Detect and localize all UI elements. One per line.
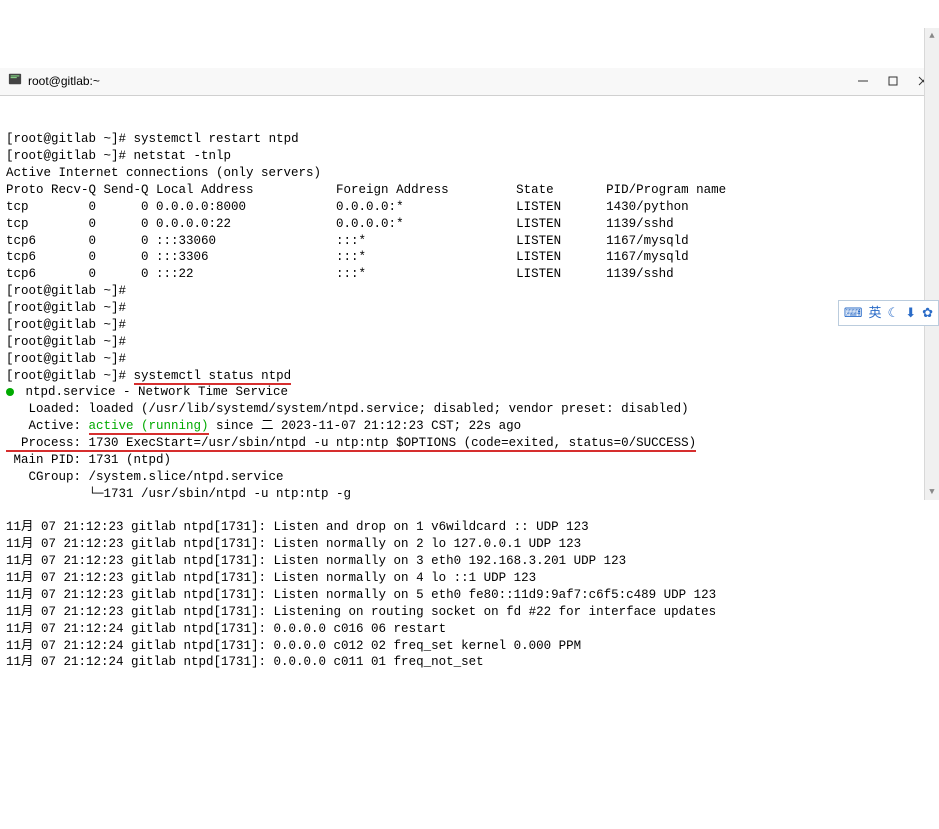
prompt: [root@gitlab ~]# [6, 369, 126, 383]
log-line: 11月 07 21:12:23 gitlab ntpd[1731]: Liste… [6, 605, 716, 619]
status-loaded: Loaded: loaded (/usr/lib/systemd/system/… [6, 402, 689, 416]
status-active-suffix: since 二 2023-11-07 21:12:23 CST; 22s ago [209, 419, 522, 433]
ime-toolbar: ⌨ 英 ☾ ⬇ ✿ [838, 300, 939, 326]
prompt: [root@gitlab ~]# [6, 284, 126, 298]
prompt: [root@gitlab ~]# [6, 335, 126, 349]
status-process: Process: 1730 ExecStart=/usr/sbin/ntpd -… [6, 436, 696, 452]
prompt: [root@gitlab ~]# [6, 352, 126, 366]
cmd-restart: systemctl restart ntpd [134, 132, 299, 146]
log-line: 11月 07 21:12:24 gitlab ntpd[1731]: 0.0.0… [6, 622, 446, 636]
active-bullet-icon [6, 388, 14, 396]
maximize-button[interactable] [885, 73, 901, 89]
log-line: 11月 07 21:12:23 gitlab ntpd[1731]: Liste… [6, 537, 581, 551]
vertical-scrollbar[interactable]: ▲ ▼ [924, 28, 939, 500]
netstat-columns: Proto Recv-Q Send-Q Local Address Foreig… [6, 183, 726, 197]
log-line: 11月 07 21:12:23 gitlab ntpd[1731]: Liste… [6, 588, 716, 602]
netstat-row: tcp6 0 0 :::33060 :::* LISTEN 1167/mysql… [6, 234, 689, 248]
prompt: [root@gitlab ~]# [6, 132, 126, 146]
download-icon[interactable]: ⬇ [905, 304, 916, 322]
prompt: [root@gitlab ~]# [6, 149, 126, 163]
status-service: ntpd.service - Network Time Service [18, 385, 288, 399]
ime-lang-label[interactable]: 英 [869, 304, 882, 322]
status-cgroup-child: └─1731 /usr/sbin/ntpd -u ntp:ntp -g [6, 487, 351, 501]
status-mainpid: Main PID: 1731 (ntpd) [6, 453, 171, 467]
log-line: 11月 07 21:12:23 gitlab ntpd[1731]: Liste… [6, 554, 626, 568]
status-cgroup: CGroup: /system.slice/ntpd.service [6, 470, 284, 484]
netstat-row: tcp 0 0 0.0.0.0:22 0.0.0.0:* LISTEN 1139… [6, 217, 674, 231]
prompt: [root@gitlab ~]# [6, 301, 126, 315]
cmd-status: systemctl status ntpd [134, 369, 292, 385]
scroll-down-icon[interactable]: ▼ [925, 484, 939, 500]
window-title: root@gitlab:~ [28, 73, 100, 89]
log-line: 11月 07 21:12:23 gitlab ntpd[1731]: Liste… [6, 571, 536, 585]
prompt: [root@gitlab ~]# [6, 318, 126, 332]
cmd-netstat: netstat -tnlp [134, 149, 232, 163]
log-line: 11月 07 21:12:24 gitlab ntpd[1731]: 0.0.0… [6, 639, 581, 653]
window-titlebar: root@gitlab:~ [0, 68, 939, 96]
netstat-row: tcp6 0 0 :::22 :::* LISTEN 1139/sshd [6, 267, 674, 281]
gear-icon[interactable]: ✿ [922, 304, 933, 322]
status-active-state: active (running) [89, 419, 209, 435]
ime-keyboard-icon[interactable]: ⌨ [844, 304, 863, 322]
netstat-row: tcp6 0 0 :::3306 :::* LISTEN 1167/mysqld [6, 250, 689, 264]
minimize-button[interactable] [855, 73, 871, 89]
log-line: 11月 07 21:12:24 gitlab ntpd[1731]: 0.0.0… [6, 655, 484, 669]
terminal-output[interactable]: [root@gitlab ~]# systemctl restart ntpd … [0, 129, 939, 677]
netstat-header: Active Internet connections (only server… [6, 166, 321, 180]
app-icon [8, 72, 22, 90]
status-active-prefix: Active: [6, 419, 89, 433]
log-line: 11月 07 21:12:23 gitlab ntpd[1731]: Liste… [6, 520, 589, 534]
moon-icon[interactable]: ☾ [888, 304, 900, 322]
scroll-up-icon[interactable]: ▲ [925, 28, 939, 44]
netstat-row: tcp 0 0 0.0.0.0:8000 0.0.0.0:* LISTEN 14… [6, 200, 689, 214]
